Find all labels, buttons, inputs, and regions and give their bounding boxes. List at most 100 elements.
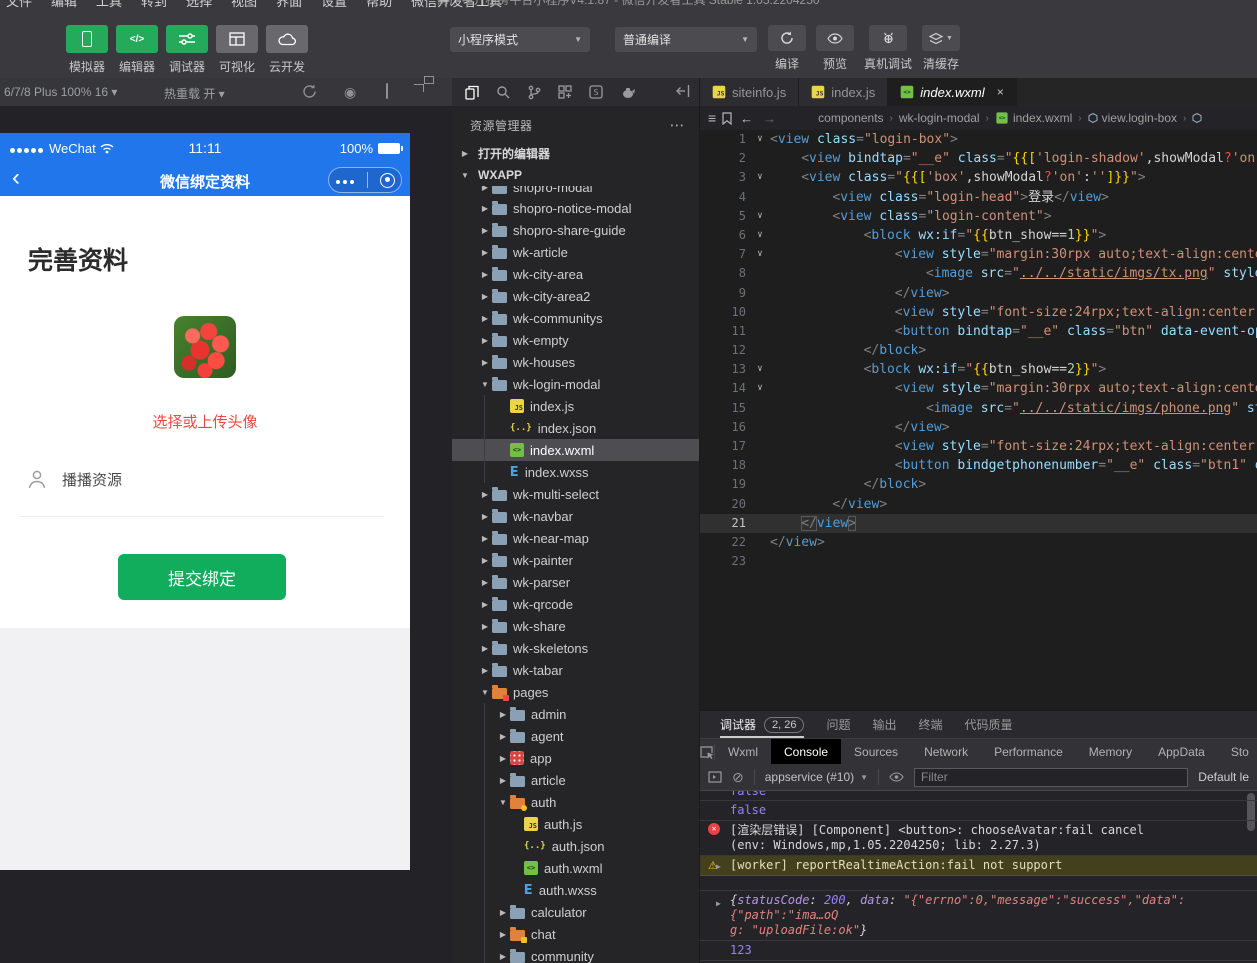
record-icon[interactable]: ◉ — [344, 84, 356, 101]
fold-chevron-icon[interactable]: ∨ — [750, 245, 770, 264]
tree-item[interactable]: ▶wk-qrcode — [452, 593, 699, 615]
mode-select[interactable]: 小程序模式▼ — [450, 27, 590, 52]
back-arrow-icon[interactable]: ← — [740, 111, 753, 126]
compile-mode-select[interactable]: 普通编译▼ — [615, 27, 757, 52]
code-line[interactable]: 14∨<view style="margin:30rpx auto;text-a… — [700, 379, 1257, 398]
tree-item[interactable]: ▶wk-article — [452, 241, 699, 263]
fold-chevron-icon[interactable]: ∨ — [750, 207, 770, 226]
code-line[interactable]: 19</block> — [700, 475, 1257, 494]
tree-item[interactable]: ▶shopro-modal — [452, 186, 699, 197]
tree-section[interactable]: ▶打开的编辑器 — [452, 142, 699, 164]
tree-item[interactable]: ▶wk-houses — [452, 351, 699, 373]
avatar[interactable] — [174, 316, 236, 378]
tree-item[interactable]: ▶shopro-share-guide — [452, 219, 699, 241]
forward-arrow-icon[interactable]: → — [763, 111, 776, 126]
code-line[interactable]: 1∨<view class="login-box"> — [700, 130, 1257, 149]
devtools-tab-network[interactable]: Network — [911, 739, 981, 764]
close-icon[interactable]: × — [997, 85, 1004, 99]
devtools-tab-console[interactable]: Console — [771, 739, 841, 764]
code-line[interactable]: 3∨<view class="{{['box',showModal?'on':'… — [700, 168, 1257, 187]
tree-item[interactable]: JSindex.js — [452, 395, 699, 417]
breadcrumb-item[interactable]: components — [818, 111, 883, 125]
collapse-sidebar-icon[interactable] — [676, 84, 691, 98]
debugger-button[interactable]: 调试器 — [166, 25, 208, 75]
device-select[interactable]: 6/7/8 Plus 100% 16 ▾ — [4, 85, 117, 99]
compile-button[interactable]: 编译 — [768, 25, 806, 72]
outline-icon[interactable]: ≡ — [708, 110, 716, 126]
cloud-dev-button[interactable]: 云开发 — [266, 25, 308, 75]
code-line[interactable]: 21</view> — [700, 514, 1257, 533]
tree-item[interactable]: ▶shopro-notice-modal — [452, 197, 699, 219]
tree-item[interactable]: Ǝauth.wxss — [452, 879, 699, 901]
breadcrumb-item[interactable]: wk-login-modal — [899, 111, 980, 125]
inspect-icon[interactable] — [700, 744, 715, 760]
tree-item[interactable]: ▶calculator — [452, 901, 699, 923]
console-filter-input[interactable] — [914, 768, 1188, 787]
nickname-row[interactable]: 播播资源 — [26, 468, 122, 490]
tree-item[interactable]: JSauth.js — [452, 813, 699, 835]
fold-chevron-icon[interactable]: ∨ — [750, 168, 770, 187]
tree-item[interactable]: <>index.wxml — [452, 439, 699, 461]
kettle-icon[interactable] — [620, 86, 636, 99]
tree-item[interactable]: ▶wk-city-area — [452, 263, 699, 285]
code-line[interactable]: 13∨<block wx:if="{{btn_show==2}}"> — [700, 360, 1257, 379]
search-icon[interactable] — [496, 85, 510, 99]
clear-cache-button[interactable]: ▼ 清缓存 — [922, 25, 960, 72]
code-line[interactable]: 5∨<view class="login-content"> — [700, 207, 1257, 226]
tree-item[interactable]: ▶wk-empty — [452, 329, 699, 351]
simulator-button[interactable]: 模拟器 — [66, 25, 108, 75]
context-select[interactable]: appservice (#10)▼ — [765, 770, 868, 784]
avatar-upload-link[interactable]: 选择或上传头像 — [0, 411, 410, 432]
code-line[interactable]: 20</view> — [700, 495, 1257, 514]
console-row[interactable]: ⚠▶[worker] reportRealtimeAction:fail not… — [700, 856, 1257, 876]
tree-item[interactable]: ▶wk-near-map — [452, 527, 699, 549]
fold-chevron-icon[interactable]: ∨ — [750, 379, 770, 398]
devtools-tab-performance[interactable]: Performance — [981, 739, 1076, 764]
code-line[interactable]: 8<image src="../../static/imgs/tx.png" s… — [700, 264, 1257, 283]
tree-item[interactable]: <>auth.wxml — [452, 857, 699, 879]
tree-item[interactable]: ▶wk-communitys — [452, 307, 699, 329]
tree-item[interactable]: ▶community — [452, 945, 699, 963]
console-row[interactable]: ▶{statusCode: 200, data: "{"errno":0,"me… — [700, 891, 1257, 941]
restart-icon[interactable] — [302, 84, 317, 99]
code-line[interactable]: 18<button bindgetphonenumber="__e" class… — [700, 456, 1257, 475]
tree-item[interactable]: Ǝindex.wxss — [452, 461, 699, 483]
tab-output[interactable]: 输出 — [873, 711, 897, 738]
more-icon[interactable] — [335, 171, 356, 189]
tree-item[interactable]: ▶article — [452, 769, 699, 791]
code-line[interactable]: 2<view bindtap="__e" class="{{['login-sh… — [700, 149, 1257, 168]
tree-item[interactable]: ▼auth — [452, 791, 699, 813]
tab-code-quality[interactable]: 代码质量 — [965, 711, 1013, 738]
code-line[interactable]: 6∨<block wx:if="{{btn_show==1}}"> — [700, 226, 1257, 245]
breadcrumb-item[interactable]: <> index.wxml — [995, 111, 1072, 125]
tab-terminal[interactable]: 终端 — [919, 711, 943, 738]
tree-root[interactable]: ▼WXAPP — [452, 164, 699, 186]
tree-item[interactable]: ▶agent — [452, 725, 699, 747]
devtools-tab-sources[interactable]: Sources — [841, 739, 911, 764]
tab-index-wxml[interactable]: <> index.wxml × — [888, 78, 1016, 106]
tree-item[interactable]: ▶wk-navbar — [452, 505, 699, 527]
eye-icon[interactable] — [889, 772, 904, 782]
bookmark-icon[interactable] — [722, 112, 732, 125]
editor-button[interactable]: </> 编辑器 — [116, 25, 158, 75]
capsule-menu[interactable] — [328, 167, 402, 193]
phone-frame-icon[interactable] — [386, 84, 388, 98]
code-line[interactable]: 17<view style="font-size:24rpx;text-alig… — [700, 437, 1257, 456]
storage-icon[interactable]: S — [589, 85, 603, 99]
files-icon[interactable] — [465, 85, 479, 100]
tree-item[interactable]: ▶wk-skeletons — [452, 637, 699, 659]
tree-item[interactable]: ▶wk-painter — [452, 549, 699, 571]
tree-item[interactable]: ▼wk-login-modal — [452, 373, 699, 395]
fold-chevron-icon[interactable]: ∨ — [750, 130, 770, 149]
clear-console-icon[interactable]: ⊘ — [732, 769, 744, 786]
code-line[interactable]: 11<button bindtap="__e" class="btn" data… — [700, 322, 1257, 341]
code-line[interactable]: 4<view class="login-head">登录</view> — [700, 188, 1257, 207]
devtools-tab-memory[interactable]: Memory — [1076, 739, 1145, 764]
tree-item[interactable]: ▶wk-city-area2 — [452, 285, 699, 307]
tree-item[interactable]: ▶app — [452, 747, 699, 769]
tree-item[interactable]: {..}index.json — [452, 417, 699, 439]
code-line[interactable]: 16</view> — [700, 418, 1257, 437]
tree-item[interactable]: ▶wk-share — [452, 615, 699, 637]
drawer-icon[interactable] — [708, 771, 722, 783]
tree-item[interactable]: ▶wk-multi-select — [452, 483, 699, 505]
